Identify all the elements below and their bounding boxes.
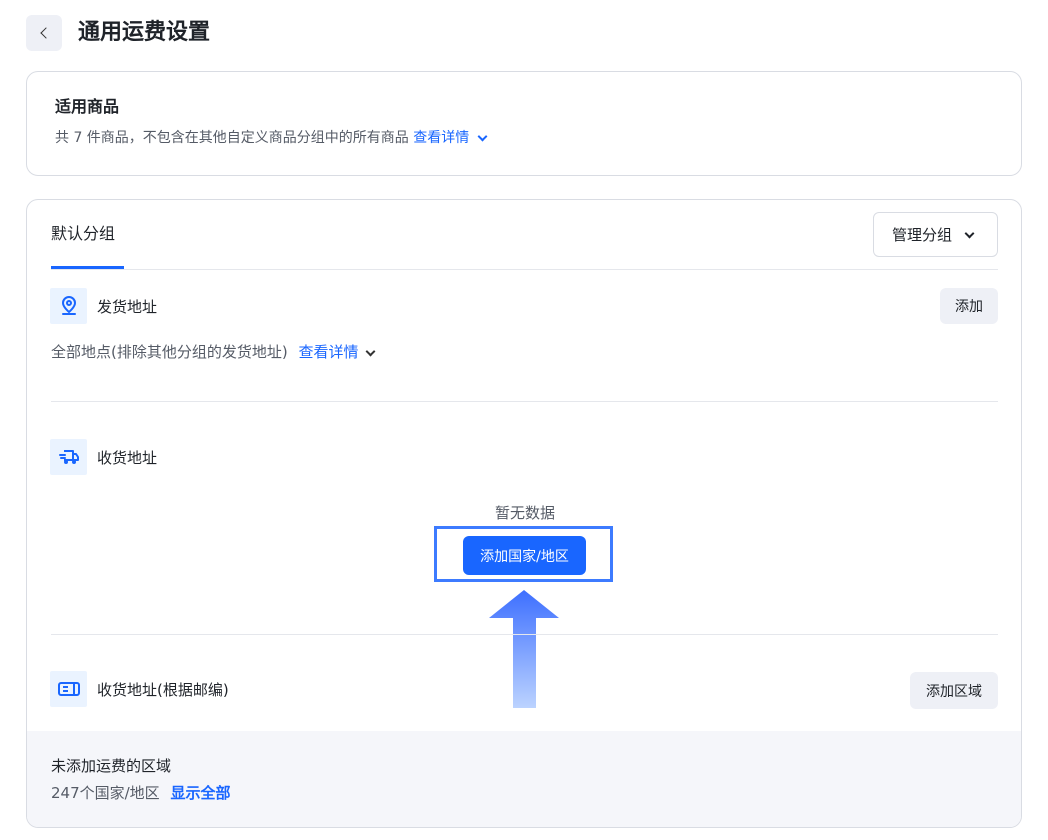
manage-group-button[interactable]: 管理分组	[873, 212, 998, 257]
products-description: 共 7 件商品，不包含在其他自定义商品分组中的所有商品	[55, 130, 409, 146]
chevron-left-icon	[39, 27, 52, 39]
zip-code-icon	[50, 671, 87, 707]
ship-to-title: 收货地址	[97, 449, 158, 467]
tab-default-group[interactable]: 默认分组	[51, 223, 115, 245]
chevron-down-icon	[365, 346, 375, 356]
default-group-card: 默认分组 管理分组 发货地址 添加 全部地点(排除其他分组的发货地址) 查看详情…	[26, 199, 1022, 828]
location-pin-icon	[50, 288, 87, 324]
details-link-label: 查看详情	[413, 130, 470, 146]
arrow-up-icon	[489, 590, 559, 708]
chevron-down-icon	[477, 131, 488, 142]
applicable-products-card: 适用商品 共 7 件商品，不包含在其他自定义商品分组中的所有商品 查看详情	[26, 71, 1022, 176]
back-button[interactable]	[26, 15, 62, 51]
unassigned-title: 未添加运费的区域	[51, 757, 172, 775]
add-country-region-button[interactable]: 添加国家/地区	[463, 536, 586, 575]
section-divider	[51, 401, 998, 402]
unassigned-count: 247个国家/地区	[51, 784, 160, 802]
add-ship-from-button[interactable]: 添加	[940, 288, 998, 324]
chevron-down-icon	[964, 228, 975, 238]
ship-from-description: 全部地点(排除其他分组的发货地址)	[51, 343, 288, 361]
add-zone-button[interactable]: 添加区域	[910, 672, 998, 709]
ship-to-zip-title: 收货地址(根据邮编)	[97, 681, 229, 699]
manage-group-label: 管理分组	[891, 226, 952, 244]
show-all-link[interactable]: 显示全部	[170, 784, 230, 802]
products-details-link[interactable]: 查看详情	[413, 130, 492, 146]
delivery-truck-icon	[50, 439, 87, 475]
tab-divider	[51, 269, 998, 270]
ship-from-details-link[interactable]: 查看详情	[299, 343, 380, 361]
section-divider	[51, 634, 998, 635]
empty-state-text: 暂无数据	[494, 504, 555, 522]
products-title: 适用商品	[55, 97, 120, 116]
details-link-label: 查看详情	[298, 343, 359, 361]
ship-from-title: 发货地址	[97, 298, 158, 316]
unassigned-region-section: 未添加运费的区域 247个国家/地区 显示全部	[27, 731, 1021, 827]
page-title: 通用运费设置	[78, 20, 211, 45]
